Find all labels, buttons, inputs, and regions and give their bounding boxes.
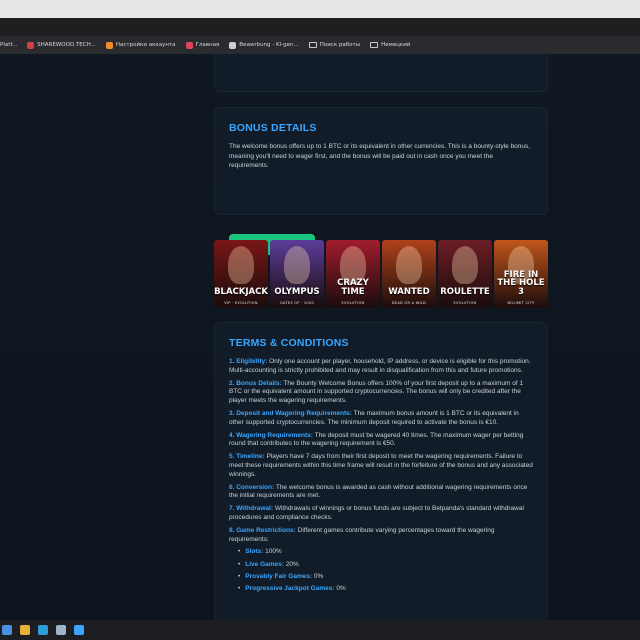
term-item: 2. Bonus Details: The Bounty Welcome Bon… (229, 380, 533, 406)
contribution-label: Provably Fair Games: (245, 572, 313, 580)
contribution-value: 0% (312, 572, 324, 580)
bookmarks-bar: Platf... SHAREWOOD.TECH... Настройки аккау… (0, 36, 640, 54)
term-item: 5. Timeline: Players have 7 days from th… (229, 453, 533, 479)
contribution-label: Slots: (245, 548, 264, 556)
contribution-list: • Slots: 100% • Live Games: 20% • Provably Fa… (238, 548, 533, 594)
bookmark-item[interactable]: Немецкий (370, 42, 410, 48)
term-label: 3. Deposit and Wagering Requirements: (229, 409, 352, 417)
bookmark-label: Bewerbung - Kl-gen... (239, 42, 299, 48)
contribution-item: • Slots: 100% (238, 548, 533, 557)
game-artwork (396, 246, 422, 284)
bookmark-label: Немецкий (381, 42, 411, 48)
game-provider: GATES OF · 1000 (279, 301, 315, 305)
game-tile[interactable]: FIRE IN THE HOLE 3 NOLIMIT CITY (494, 240, 548, 308)
game-title: WANTED (388, 286, 430, 297)
app-icon[interactable] (74, 625, 84, 635)
contribution-item: • Progressive Jackpot Games: 0% (238, 585, 533, 594)
bookmark-label: Настройки аккаунта (115, 42, 176, 48)
windows-icon[interactable] (2, 625, 12, 635)
games-row: BLACKJACK VIP · EVOLUTION OLYMPUS GATES OF … (214, 240, 549, 308)
term-text: Withdrawals of winnings or bonus funds a… (229, 505, 524, 521)
bonus-details-card: BONUS DETAILS The welcome bonus offers u… (214, 107, 548, 255)
term-item: 7. Withdrawal: Withdrawals of winnings o… (229, 505, 533, 523)
game-title: OLYMPUS (274, 286, 320, 297)
term-text: Only one account per player, household, … (229, 358, 531, 374)
game-tile[interactable]: ROULETTE EVOLUTION (438, 240, 492, 308)
chrome-icon[interactable] (20, 625, 30, 635)
bullet-icon: • (238, 560, 241, 568)
bookmark-label: Platf... (0, 42, 18, 48)
contribution-value: 20% (283, 560, 299, 568)
favicon-icon (229, 41, 237, 49)
term-item: 4. Wagering Requirements: The deposit mu… (229, 432, 533, 450)
contribution-value: 100% (263, 548, 282, 556)
bookmark-label: SHAREWOOD.TECH... (37, 42, 96, 48)
bookmark-item[interactable]: Bewerbung - Kl-gen... (229, 41, 299, 49)
term-item: 6. Conversion: The welcome bonus is awar… (229, 484, 533, 502)
term-label: 7. Withdrawal: (229, 505, 274, 513)
bookmark-item[interactable]: Главная (185, 41, 220, 49)
term-label: 4. Wagering Requirements: (229, 431, 313, 439)
term-label: 6. Conversion: (229, 483, 275, 491)
term-label: 1. Eligibility: (229, 358, 268, 365)
promo-page: BONUS DETAILS The welcome bonus offers u… (0, 54, 640, 620)
bookmark-item[interactable]: Platf... (0, 42, 17, 48)
favicon-icon (105, 41, 113, 49)
terms-list: 1. Eligibility: Only one account per pla… (229, 358, 533, 544)
game-tile[interactable]: CRAZY TIME EVOLUTION (326, 240, 380, 308)
game-title: CRAZY TIME (337, 278, 369, 297)
bookmark-item[interactable]: Настройки аккаунта (105, 41, 176, 49)
telegram-icon[interactable] (38, 625, 48, 635)
game-tile[interactable]: BLACKJACK VIP · EVOLUTION (214, 240, 268, 308)
game-provider: DEAD OR A WILD (391, 301, 427, 305)
folder-icon (370, 42, 379, 48)
bullet-icon: • (238, 585, 241, 593)
bookmark-label: Поиск работы (319, 42, 361, 48)
game-provider: VIP · EVOLUTION (224, 301, 258, 305)
bookmark-item[interactable]: Поиск работы (308, 42, 361, 48)
tab-strip (0, 18, 640, 36)
bonus-title: BONUS DETAILS (229, 122, 317, 134)
bullet-icon: • (238, 548, 241, 556)
term-text: The welcome bonus is awarded as cash wit… (229, 483, 528, 500)
bookmark-label: Главная (195, 42, 220, 48)
contribution-value: 0% (334, 585, 346, 593)
terms-title: TERMS & CONDITIONS (229, 337, 349, 349)
term-item: 3. Deposit and Wagering Requirements: Th… (229, 410, 533, 428)
contribution-item: • Provably Fair Games: 0% (238, 573, 533, 582)
window-titlebar (0, 0, 640, 18)
favicon-icon (27, 41, 35, 49)
previous-card (214, 54, 548, 92)
favicon-icon (185, 41, 193, 49)
term-item: 1. Eligibility: Only one account per pla… (229, 358, 533, 376)
game-provider: NOLIMIT CITY (507, 301, 535, 305)
game-tile[interactable]: WANTED DEAD OR A WILD (382, 240, 436, 308)
bookmark-item[interactable]: SHAREWOOD.TECH... (27, 41, 96, 49)
notes-icon[interactable] (56, 625, 66, 635)
game-provider: EVOLUTION (341, 301, 365, 305)
term-label: 8. Game Restrictions: (229, 526, 296, 534)
game-title: BLACKJACK (214, 286, 268, 297)
term-text: Players have 7 days from their first dep… (229, 453, 533, 478)
game-title: ROULETTE (440, 286, 490, 297)
term-item: 8. Game Restrictions: Different games co… (229, 527, 533, 545)
term-label: 5. Timeline: (229, 453, 265, 461)
game-tile[interactable]: OLYMPUS GATES OF · 1000 (270, 240, 324, 308)
folder-icon (308, 42, 317, 48)
game-title: FIRE IN THE HOLE 3 (497, 269, 545, 297)
bonus-description: The welcome bonus offers up to 1 BTC or … (229, 143, 531, 169)
game-artwork (452, 246, 478, 284)
contribution-label: Progressive Jackpot Games: (245, 585, 335, 593)
game-provider: EVOLUTION (453, 301, 477, 305)
bullet-icon: • (238, 572, 241, 580)
contribution-label: Live Games: (245, 560, 284, 568)
screen: Platf... SHAREWOOD.TECH... Настройки аккау… (0, 0, 640, 640)
contribution-item: • Live Games: 20% (238, 561, 533, 570)
terms-card: TERMS & CONDITIONS 1. Eligibility: Only … (214, 322, 548, 620)
game-artwork (228, 246, 254, 284)
term-label: 2. Bonus Details: (229, 379, 282, 387)
taskbar (0, 620, 640, 640)
game-artwork (284, 246, 310, 284)
